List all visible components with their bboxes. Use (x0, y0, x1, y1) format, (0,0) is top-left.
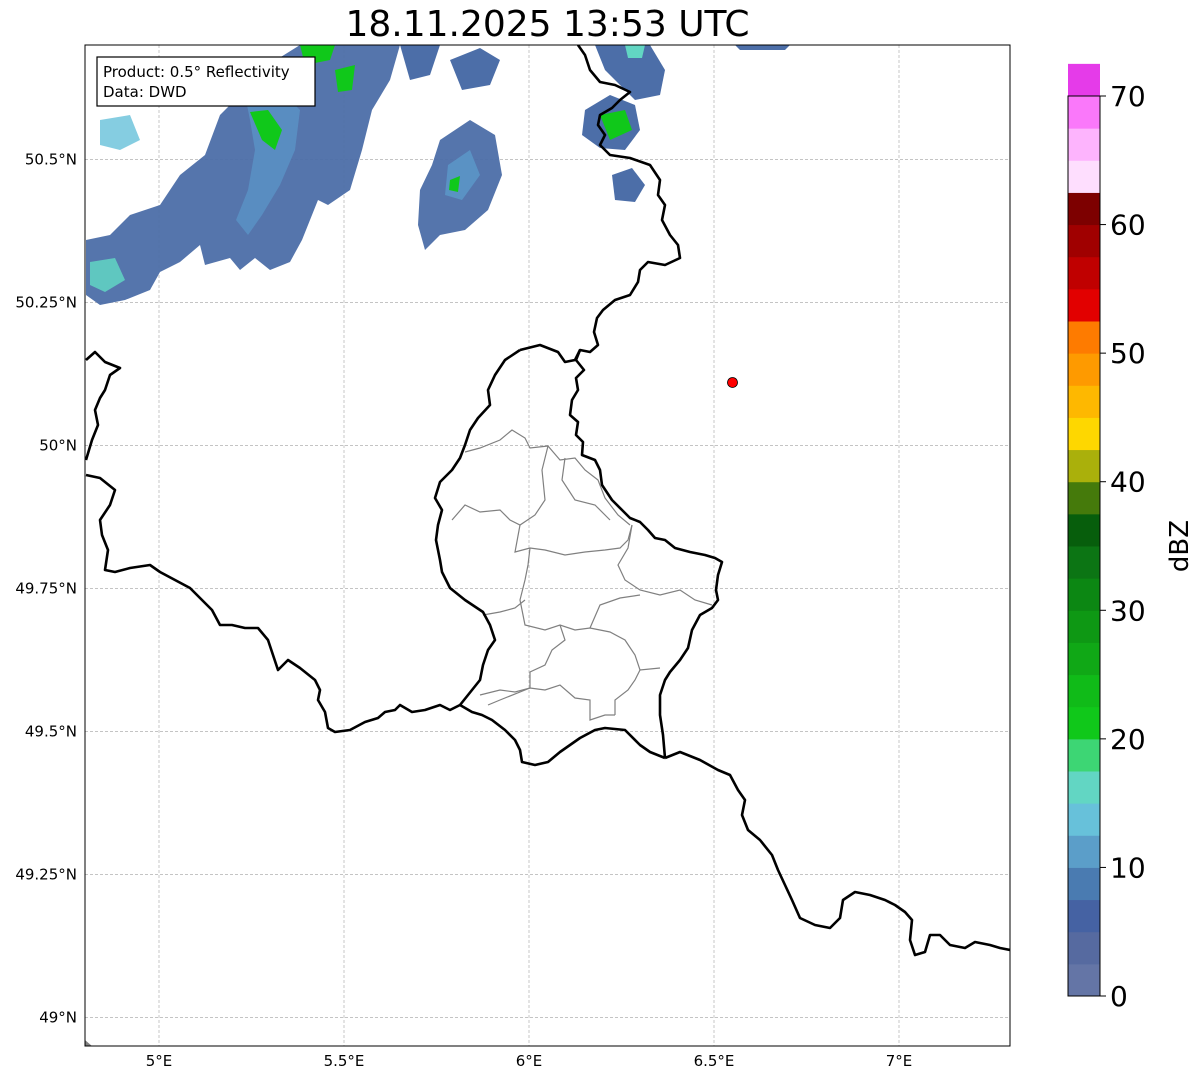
y-tick-label: 49.5°N (25, 722, 77, 740)
x-tick-label: 5.5°E (324, 1052, 365, 1070)
info-box: Product: 0.5° Reflectivity Data: DWD (96, 56, 316, 107)
y-tick-labels: 49°N 49.25°N 49.5°N 49.75°N 50°N 50.25°N 50.5°… (15, 150, 77, 1026)
radar-echo-area (735, 45, 790, 50)
y-tick-label: 49.75°N (15, 579, 77, 597)
radar-map: 5°E 5.5°E 6°E 6.5°E 7°E 49°N 49.25°N 49.5°N 49.… (15, 44, 1011, 1070)
info-data-source-text: Data: DWD (103, 83, 187, 101)
x-tick-labels: 5°E 5.5°E 6°E 6.5°E 7°E (146, 1052, 913, 1070)
x-tick-label: 7°E (886, 1052, 913, 1070)
x-tick-label: 5°E (146, 1052, 173, 1070)
radar-echo-area (625, 45, 645, 58)
y-tick-label: 49.25°N (15, 865, 77, 883)
x-tick-label: 6°E (516, 1052, 543, 1070)
y-tick-label: 50.25°N (15, 293, 77, 311)
x-tick-label: 6.5°E (694, 1052, 735, 1070)
y-tick-label: 49°N (39, 1008, 77, 1026)
y-tick-label: 50.5°N (25, 150, 77, 168)
y-tick-label: 50°N (39, 436, 77, 454)
location-marker (727, 377, 738, 388)
info-product-text: Product: 0.5° Reflectivity (103, 63, 290, 81)
